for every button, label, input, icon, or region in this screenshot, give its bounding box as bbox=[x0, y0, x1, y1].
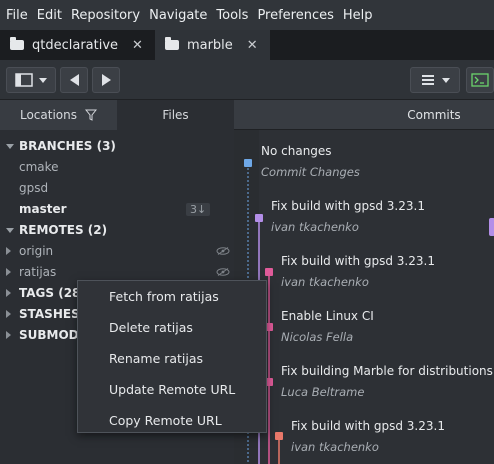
branch-label: cmake bbox=[19, 160, 59, 174]
menu-bar: File Edit Repository Navigate Tools Pref… bbox=[0, 0, 494, 30]
tab-label: qtdeclarative bbox=[32, 37, 119, 53]
menu-edit[interactable]: Edit bbox=[37, 8, 62, 23]
menu-tools[interactable]: Tools bbox=[216, 8, 248, 23]
chevron-down-icon[interactable] bbox=[6, 227, 14, 233]
branch-item-master[interactable]: master 3↓ bbox=[0, 199, 234, 219]
back-button[interactable] bbox=[60, 67, 88, 93]
commit-author: ivan tkachenko bbox=[271, 220, 359, 234]
branches-header: BRANCHES (3) bbox=[19, 139, 116, 153]
commit-message: Fix build with gpsd 3.23.1 bbox=[271, 199, 425, 213]
chevron-down-icon[interactable] bbox=[6, 143, 14, 149]
tab-files-label: Files bbox=[162, 108, 189, 122]
branch-label: master bbox=[19, 202, 67, 216]
menu-item-copy-url[interactable]: Copy Remote URL bbox=[109, 413, 222, 428]
commit-message: Fix build with gpsd 3.23.1 bbox=[281, 254, 435, 268]
sidebar-layout-icon bbox=[15, 73, 33, 87]
terminal-button[interactable] bbox=[466, 67, 494, 93]
chevron-right-icon[interactable] bbox=[6, 289, 11, 297]
menu-preferences[interactable]: Preferences bbox=[257, 8, 333, 23]
menu-repository[interactable]: Repository bbox=[71, 8, 140, 23]
commit-node bbox=[275, 432, 283, 440]
chevron-down-icon[interactable] bbox=[442, 77, 450, 83]
sidebar-tabs: Locations Files bbox=[0, 100, 234, 130]
commit-row[interactable]: Fix build with gpsd 3.23.1 ivan tkachenk… bbox=[281, 254, 435, 289]
menu-item-fetch[interactable]: Fetch from ratijas bbox=[109, 289, 219, 304]
tab-files[interactable]: Files bbox=[117, 100, 234, 130]
commit-author: Luca Beltrame bbox=[281, 385, 365, 399]
menu-file[interactable]: File bbox=[6, 8, 28, 23]
eye-hidden-icon[interactable] bbox=[216, 247, 230, 255]
commit-row[interactable]: Enable Linux CI Nicolas Fella bbox=[281, 309, 374, 344]
stash-button[interactable] bbox=[410, 67, 460, 93]
commit-message: No changes bbox=[261, 144, 332, 158]
arrow-right-icon bbox=[101, 74, 111, 86]
menu-item-update-url[interactable]: Update Remote URL bbox=[109, 382, 235, 397]
arrow-left-icon bbox=[69, 74, 79, 86]
commit-node bbox=[255, 214, 263, 222]
commits-panel: Commits No changes Commit Changes Fix bu… bbox=[234, 100, 494, 464]
commit-message: Enable Linux CI bbox=[281, 309, 374, 323]
branch-item[interactable]: gpsd bbox=[0, 178, 234, 198]
commit-message: Fix build with gpsd 3.23.1 bbox=[291, 419, 445, 433]
chevron-right-icon[interactable] bbox=[6, 268, 11, 276]
folder-icon bbox=[164, 37, 179, 50]
commit-row[interactable]: Fix build with gpsd 3.23.1 ivan tkachenk… bbox=[271, 199, 425, 234]
chevron-down-icon[interactable] bbox=[39, 77, 47, 83]
repository-tab-bar: qtdeclarative ✕ marble ✕ bbox=[0, 30, 494, 60]
commit-node bbox=[265, 268, 273, 276]
stash-icon bbox=[422, 75, 434, 85]
terminal-icon bbox=[471, 73, 489, 87]
remotes-header: REMOTES (2) bbox=[19, 223, 108, 237]
tab-label: marble bbox=[186, 37, 233, 53]
chevron-right-icon[interactable] bbox=[6, 310, 11, 318]
behind-count-badge: 3↓ bbox=[186, 202, 211, 216]
close-icon[interactable]: ✕ bbox=[132, 38, 143, 53]
commit-row-working-copy[interactable]: No changes Commit Changes bbox=[261, 144, 360, 179]
commit-row[interactable]: Fix building Marble for distributions Lu… bbox=[281, 364, 493, 399]
menu-navigate[interactable]: Navigate bbox=[149, 8, 207, 23]
lane-end-marker bbox=[489, 218, 494, 236]
close-icon[interactable]: ✕ bbox=[247, 38, 258, 53]
menu-help[interactable]: Help bbox=[343, 8, 373, 23]
folder-icon bbox=[10, 37, 24, 50]
remote-item[interactable]: origin bbox=[0, 241, 234, 261]
remotes-group[interactable]: REMOTES (2) bbox=[0, 220, 234, 240]
commit-node bbox=[244, 159, 252, 167]
remote-label: ratijas bbox=[19, 265, 57, 279]
chevron-right-icon[interactable] bbox=[6, 247, 11, 255]
toolbar bbox=[0, 60, 494, 100]
branch-item[interactable]: cmake bbox=[0, 157, 234, 177]
remote-label: origin bbox=[19, 244, 54, 258]
remote-context-menu: Fetch from ratijas Delete ratijas Rename… bbox=[77, 280, 267, 433]
commit-row[interactable]: Fix build with gpsd 3.23.1 ivan tkachenk… bbox=[291, 419, 445, 454]
menu-item-rename[interactable]: Rename ratijas bbox=[109, 351, 203, 366]
commit-author: ivan tkachenko bbox=[291, 440, 379, 454]
commit-author: ivan tkachenko bbox=[281, 275, 369, 289]
branches-group[interactable]: BRANCHES (3) bbox=[0, 136, 234, 156]
tab-locations-label: Locations bbox=[19, 108, 77, 122]
tab-locations[interactable]: Locations bbox=[0, 100, 117, 130]
forward-button[interactable] bbox=[92, 67, 120, 93]
menu-item-delete[interactable]: Delete ratijas bbox=[109, 320, 193, 335]
tab-marble[interactable]: marble ✕ bbox=[154, 30, 270, 60]
branch-label: gpsd bbox=[19, 181, 49, 195]
toggle-sidebar-button[interactable] bbox=[6, 67, 56, 93]
commit-message: Fix building Marble for distributions bbox=[281, 364, 493, 378]
filter-icon[interactable] bbox=[85, 109, 97, 121]
remote-item[interactable]: ratijas bbox=[0, 262, 234, 282]
commit-author: Commit Changes bbox=[261, 165, 360, 179]
tab-qtdeclarative[interactable]: qtdeclarative ✕ bbox=[0, 30, 155, 60]
chevron-right-icon[interactable] bbox=[6, 331, 11, 339]
commit-author: Nicolas Fella bbox=[281, 330, 354, 344]
eye-hidden-icon[interactable] bbox=[216, 268, 230, 276]
